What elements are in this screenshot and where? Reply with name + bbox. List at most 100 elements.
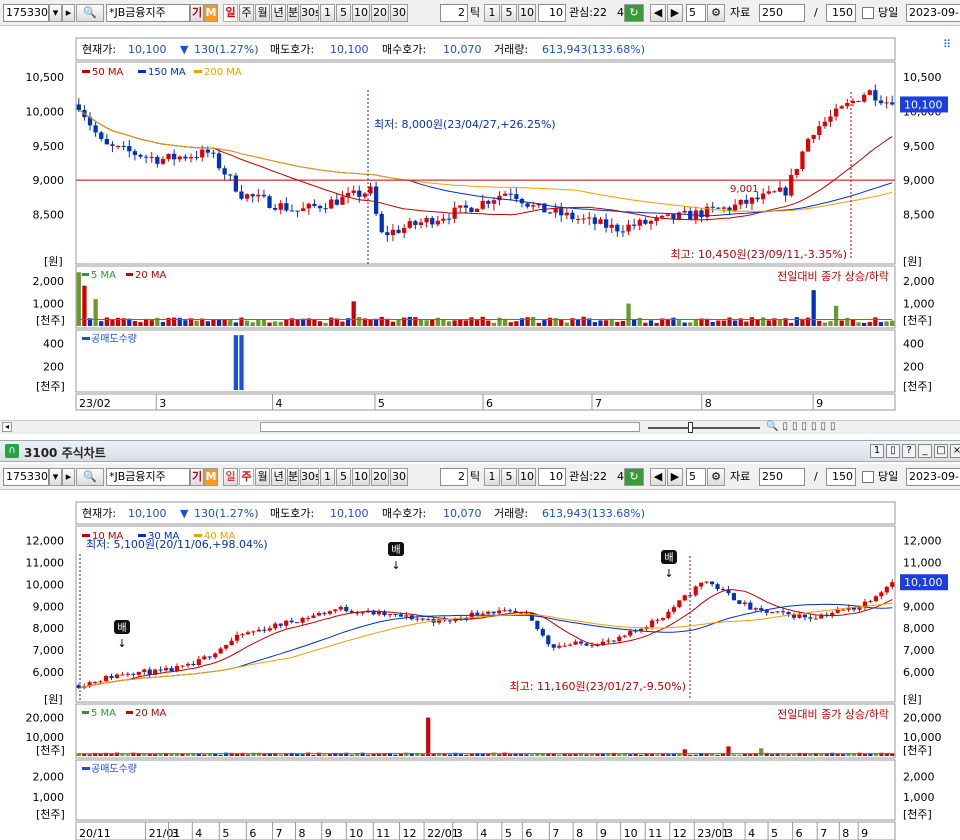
period-button-7[interactable]: 5 xyxy=(336,468,351,486)
period-button-6[interactable]: 1 xyxy=(320,4,335,22)
prev-button[interactable]: ◀ xyxy=(650,4,666,22)
period-button-10[interactable]: 30 xyxy=(390,468,408,486)
step-input[interactable]: 5 xyxy=(686,4,706,22)
info-button[interactable]: 기 xyxy=(190,4,204,22)
memo-button[interactable]: M xyxy=(204,468,218,486)
period-button-5[interactable]: 30s xyxy=(300,4,319,22)
info-button[interactable]: 기 xyxy=(190,468,204,486)
date-input[interactable]: 2023-09- xyxy=(906,468,960,486)
link-icon[interactable]: ▯ xyxy=(886,444,900,458)
period-button-8[interactable]: 10 xyxy=(352,4,370,22)
candle-body xyxy=(817,126,822,136)
candle-body xyxy=(180,665,185,667)
window2-titlebar[interactable]: ∩ 3100 주식차트 1 ▯ ? _ □ × xyxy=(0,440,960,462)
period-button-7[interactable]: 5 xyxy=(336,4,351,22)
search-button[interactable]: 🔍 xyxy=(76,4,104,22)
settings-button[interactable]: ⚙ xyxy=(707,468,725,486)
refresh-button[interactable]: ↻ xyxy=(624,4,644,22)
daily-chart-area[interactable]: ⠿ 현재가: 10,100 ▼ 130(1.27%) 매도호가: 10,100 매수호가: 10… xyxy=(0,26,960,420)
minimize-icon[interactable]: _ xyxy=(918,444,932,458)
period-button-9[interactable]: 20 xyxy=(371,4,389,22)
weekly-chart-area[interactable]: 현재가: 10,100 ▼ 130(1.27%) 매도호가: 10,100 매수호가: 10,… xyxy=(0,490,960,840)
period-button-2[interactable]: 월 xyxy=(255,4,270,22)
tick-opt-5[interactable]: 5 xyxy=(501,468,517,486)
code-dropdown-button[interactable]: ▾ xyxy=(49,4,62,22)
tick-opt-10[interactable]: 10 xyxy=(518,4,536,22)
volume-bar xyxy=(508,322,513,326)
settings-button[interactable]: ⚙ xyxy=(707,4,725,22)
low-note: 최저: 8,000원(23/04/27,+26.25%) xyxy=(374,118,556,131)
total-input[interactable]: 150 xyxy=(826,468,856,486)
candle-body xyxy=(435,220,440,225)
period-button-3[interactable]: 년 xyxy=(271,468,286,486)
total-input[interactable]: 150 xyxy=(826,4,856,22)
interval-input[interactable]: 10 xyxy=(538,4,566,22)
tick-count-input[interactable]: 2 xyxy=(440,4,468,22)
zoom-slider-thumb[interactable] xyxy=(688,422,693,433)
zoom-slider[interactable] xyxy=(648,427,760,429)
daily-chart[interactable]: ⠿ 현재가: 10,100 ▼ 130(1.27%) 매도호가: 10,100 매수호가: 10… xyxy=(0,26,960,420)
stock-code-input[interactable]: 175330 xyxy=(3,4,49,22)
step-input[interactable]: 5 xyxy=(686,468,706,486)
date-input[interactable]: 2023-09-1 xyxy=(906,4,960,22)
data-count-select[interactable]: 250 xyxy=(759,4,805,22)
volume-bar xyxy=(396,319,401,326)
candle-body xyxy=(338,606,343,610)
tick-count-input[interactable]: 2 xyxy=(440,468,468,486)
period-button-0[interactable]: 일 xyxy=(223,468,238,486)
tick-opt-1[interactable]: 1 xyxy=(484,468,500,486)
period-button-8[interactable]: 10 xyxy=(352,468,370,486)
scroll-left-arrow[interactable]: ◂ xyxy=(2,422,12,432)
refresh-button[interactable]: ↻ xyxy=(624,468,644,486)
scroll-track[interactable] xyxy=(260,422,640,432)
candle-body xyxy=(131,673,136,675)
period-button-3[interactable]: 년 xyxy=(271,4,286,22)
daily-scrollbar[interactable]: ◂ 🔍▯▯▯▯▯▯ xyxy=(0,420,960,434)
candle-body xyxy=(873,596,878,602)
x-label: 23/01 xyxy=(697,827,729,840)
next-button[interactable]: ▶ xyxy=(667,468,683,486)
code-next-button[interactable]: ▸ xyxy=(62,4,75,22)
period-button-10[interactable]: 30 xyxy=(390,4,408,22)
candle-body xyxy=(502,610,507,612)
period-button-4[interactable]: 분 xyxy=(287,468,299,486)
candle-body xyxy=(164,668,169,671)
search-button[interactable]: 🔍 xyxy=(76,468,104,486)
scroll-icons[interactable]: 🔍▯▯▯▯▯▯ xyxy=(766,421,839,432)
candle-body xyxy=(742,602,747,604)
next-button[interactable]: ▶ xyxy=(667,4,683,22)
period-button-2[interactable]: 월 xyxy=(255,468,270,486)
prev-button[interactable]: ◀ xyxy=(650,468,666,486)
close-icon[interactable]: × xyxy=(950,444,960,458)
tick-opt-5[interactable]: 5 xyxy=(501,4,517,22)
period-button-9[interactable]: 20 xyxy=(371,468,389,486)
period-button-1[interactable]: 주 xyxy=(239,4,254,22)
candle-body xyxy=(540,629,545,636)
code-next-button[interactable]: ▸ xyxy=(62,468,75,486)
period-button-0[interactable]: 일 xyxy=(223,4,238,22)
memo-button[interactable]: M xyxy=(204,4,218,22)
weekly-chart[interactable]: 현재가: 10,100 ▼ 130(1.27%) 매도호가: 10,100 매수호가: 10,… xyxy=(0,490,960,840)
help-icon[interactable]: 1 xyxy=(870,444,884,458)
period-button-4[interactable]: 분 xyxy=(287,4,299,22)
question-icon[interactable]: ? xyxy=(902,444,916,458)
volume-bar xyxy=(441,319,446,326)
info-item-1: 10,100 xyxy=(128,507,167,520)
period-button-5[interactable]: 30s xyxy=(300,468,319,486)
period-button-6[interactable]: 1 xyxy=(320,468,335,486)
period-button-1[interactable]: 주 xyxy=(239,468,254,486)
volume-bar xyxy=(817,320,822,326)
interval-input[interactable]: 10 xyxy=(538,468,566,486)
data-count-select[interactable]: 250 xyxy=(759,468,805,486)
stock-code-input[interactable]: 175330 xyxy=(3,468,49,486)
tick-opt-1[interactable]: 1 xyxy=(484,4,500,22)
today-checkbox[interactable] xyxy=(862,471,874,483)
volume-bar xyxy=(351,301,356,326)
maximize-icon[interactable]: □ xyxy=(934,444,948,458)
code-dropdown-button[interactable]: ▾ xyxy=(49,468,62,486)
tick-opt-10[interactable]: 10 xyxy=(518,468,536,486)
y-tick-left: 8,500 xyxy=(33,209,65,222)
tick-label: 틱 xyxy=(470,6,481,19)
today-checkbox[interactable] xyxy=(862,7,874,19)
candle-body xyxy=(125,673,130,675)
